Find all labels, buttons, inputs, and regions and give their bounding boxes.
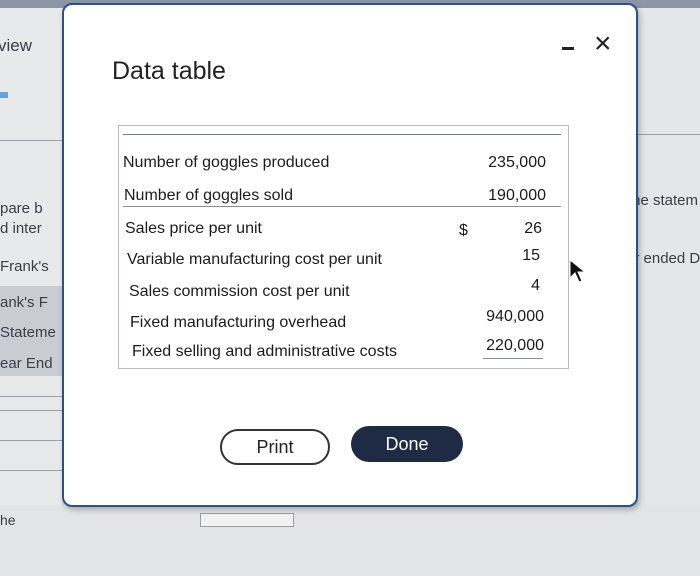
table-row: Fixed manufacturing overhead 940,000 (119, 308, 568, 338)
row-label: Sales commission cost per unit (129, 283, 350, 300)
table-row: Variable manufacturing cost per unit 15 (119, 245, 568, 275)
background-left-text-2: d inter (0, 220, 42, 237)
row-value: 15 (522, 247, 540, 264)
row-label: Variable manufacturing cost per unit (127, 251, 382, 268)
data-table: Number of goggles produced 235,000 Numbe… (118, 125, 569, 369)
row-value: 26 (524, 220, 542, 237)
background-left-text-6: ear End (0, 355, 53, 372)
table-row: Sales commission cost per unit 4 (119, 277, 568, 307)
row-label: Fixed selling and administrative costs (132, 343, 398, 360)
background-link-marker (0, 92, 8, 98)
background-left-text-3: Frank's (0, 258, 49, 275)
row-label: Number of goggles sold (124, 187, 293, 204)
background-left-text-1: pare b (0, 200, 43, 217)
table-row: Sales price per unit $ 26 (119, 214, 568, 244)
background-bottom-text: he (0, 512, 16, 528)
background-divider (0, 396, 62, 397)
background-right-text-1: me statem (628, 192, 699, 209)
table-bottom-divider (483, 358, 543, 359)
table-row-divider (123, 206, 561, 207)
table-row: Number of goggles produced 235,000 (119, 148, 568, 178)
done-button[interactable]: Done (351, 426, 463, 462)
background-input-field (200, 513, 294, 527)
row-value: 190,000 (488, 187, 546, 204)
background-view-text: view (0, 36, 33, 55)
minimize-icon[interactable] (562, 40, 576, 54)
background-left-text-4: ank's F (0, 294, 48, 311)
background-divider (0, 470, 62, 471)
row-value: 235,000 (488, 154, 546, 171)
close-icon[interactable]: × (594, 29, 612, 59)
row-label: Number of goggles produced (123, 154, 330, 171)
background-divider (638, 134, 700, 135)
table-top-border (123, 134, 561, 135)
table-row: Fixed selling and administrative costs 2… (119, 337, 568, 367)
background-divider (0, 140, 62, 141)
background-left-text-5: Stateme (0, 324, 56, 341)
print-button[interactable]: Print (220, 429, 330, 465)
data-table-dialog: Data table × Number of goggles produced … (62, 3, 638, 507)
row-currency: $ (459, 222, 468, 239)
mouse-cursor-icon (569, 258, 587, 283)
row-value: 220,000 (486, 337, 544, 354)
background-divider (0, 410, 62, 411)
row-value: 940,000 (486, 308, 544, 325)
row-label: Sales price per unit (125, 220, 262, 237)
background-right-panel (638, 8, 700, 576)
background-bottom-area (0, 505, 700, 576)
row-label: Fixed manufacturing overhead (130, 314, 347, 331)
row-value: 4 (531, 277, 540, 294)
background-divider (0, 440, 62, 441)
dialog-title: Data table (112, 57, 226, 85)
